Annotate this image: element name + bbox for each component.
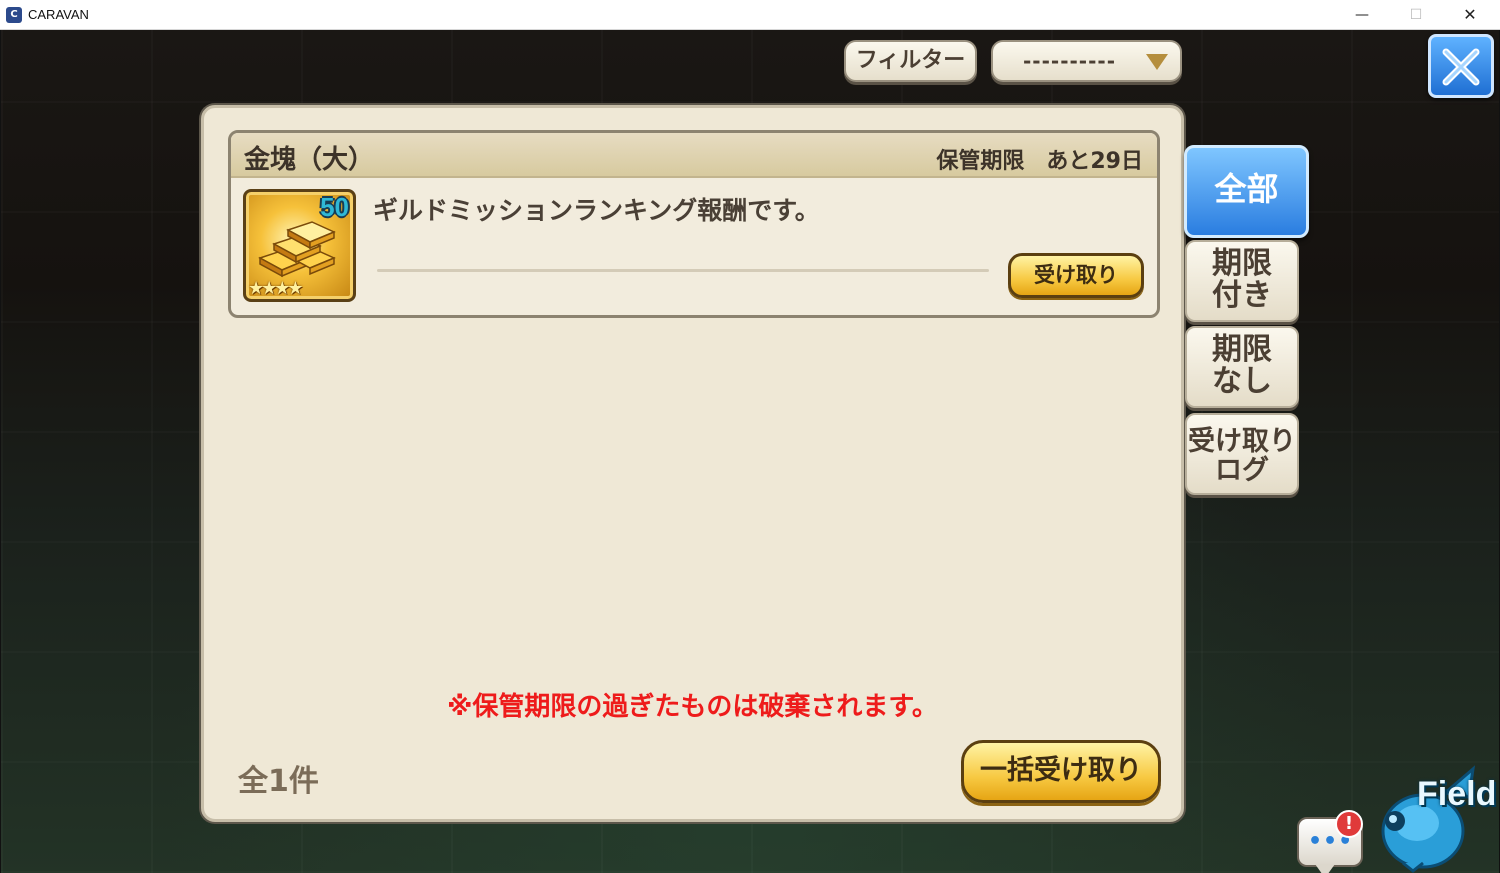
expiry-label: 保管期限 <box>936 149 1025 174</box>
rarity-stars: ★★★★ <box>248 278 304 299</box>
chevron-down-icon <box>1146 54 1168 70</box>
tab-limited-line2: 付き <box>1212 278 1272 314</box>
minimize-button[interactable]: — <box>1339 0 1385 30</box>
alert-badge: ! <box>1335 810 1363 838</box>
app-icon: C <box>6 7 22 23</box>
mail-item-header: 金塊（大） 保管期限 あと29日 <box>231 133 1157 178</box>
close-icon <box>1442 48 1480 86</box>
expiry-warning: ※保管期限の過ぎたものは破棄されます。 <box>447 692 938 722</box>
item-name: 金塊（大） <box>244 145 375 175</box>
tab-receive-log[interactable]: 受け取り ログ <box>1185 413 1299 495</box>
tab-limited-line1: 期限 <box>1212 246 1272 281</box>
expiry-info: 保管期限 あと29日 <box>936 143 1143 175</box>
tab-unlimited-line2: なし <box>1212 364 1272 400</box>
tab-unlimited-line1: 期限 <box>1212 332 1272 367</box>
field-button[interactable]: Field <box>1373 763 1497 873</box>
game-scene: フィルター ---------- 金塊（大） 保管期限 あと29日 50 ★★★… <box>1 30 1499 873</box>
chat-bubble-tail <box>1315 864 1335 873</box>
item-quantity: 50 <box>320 192 349 222</box>
filter-dropdown[interactable]: ---------- <box>991 40 1182 82</box>
item-description: ギルドミッションランキング報酬です。 <box>373 196 820 225</box>
tab-unlimited[interactable]: 期限 なし <box>1185 326 1299 408</box>
window-titlebar: C CARAVAN — ☐ ✕ <box>0 0 1500 30</box>
bulk-receive-button[interactable]: 一括受け取り <box>961 740 1161 803</box>
divider <box>377 269 989 272</box>
receive-button[interactable]: 受け取り <box>1008 253 1144 298</box>
maximize-button[interactable]: ☐ <box>1393 0 1439 30</box>
window-title: CARAVAN <box>28 7 89 22</box>
item-icon[interactable]: 50 ★★★★ <box>243 189 356 302</box>
expiry-value: あと29日 <box>1046 149 1143 174</box>
window-close-button[interactable]: ✕ <box>1447 0 1493 30</box>
close-button[interactable] <box>1428 34 1494 98</box>
tab-limited[interactable]: 期限 付き <box>1185 240 1299 322</box>
total-count: 全1件 <box>238 764 319 799</box>
field-label: Field <box>1417 775 1497 813</box>
tab-log-line1: 受け取り <box>1188 426 1296 457</box>
mailbox-panel: 金塊（大） 保管期限 あと29日 50 ★★★★ ギルドミッションランキング報酬… <box>201 105 1184 822</box>
filter-selected-value: ---------- <box>1023 49 1117 73</box>
tab-all[interactable]: 全部 <box>1184 145 1309 238</box>
filter-button[interactable]: フィルター <box>844 40 977 82</box>
mail-item-card: 金塊（大） 保管期限 あと29日 50 ★★★★ ギルドミッションランキング報酬… <box>228 130 1160 318</box>
tab-log-line2: ログ <box>1215 455 1269 487</box>
